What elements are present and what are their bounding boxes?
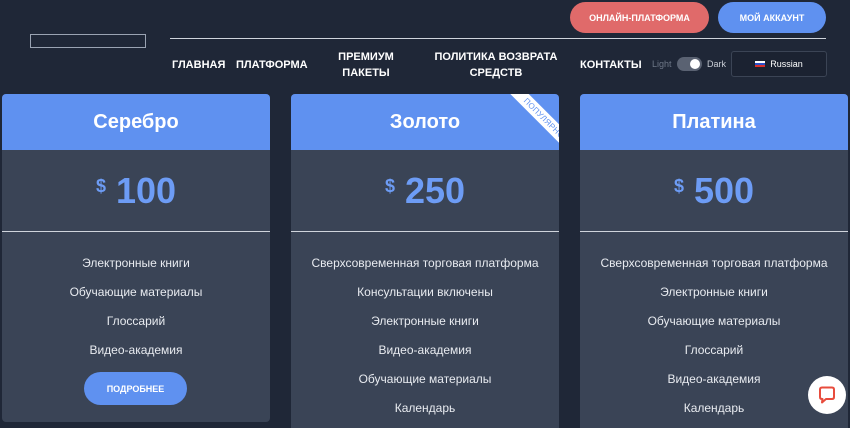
plan-title: Платина (580, 94, 848, 150)
logo[interactable] (30, 34, 146, 48)
plan-price: $ 500 (580, 150, 848, 232)
price-amount: 250 (404, 169, 466, 211)
chat-bubble-icon (819, 386, 835, 404)
online-platform-button[interactable]: ОНЛАЙН-ПЛАТФОРМА (570, 2, 709, 33)
language-select[interactable]: Russian (731, 51, 827, 77)
feature-item: Сверхсовременная торговая платформа (600, 256, 828, 270)
toggle-knob (690, 59, 700, 69)
feature-item: Видео-академия (378, 343, 472, 357)
feature-item: Глоссарий (106, 314, 166, 328)
nav-divider (170, 38, 826, 39)
popular-ribbon: ПОПУЛЯРНО (501, 94, 559, 152)
feature-item: Консультации включены (357, 285, 493, 299)
nav-refund-policy[interactable]: ПОЛИТИКА ВОЗВРАТА СРЕДСТВ (432, 49, 560, 81)
plan-card-gold: Золото ПОПУЛЯРНО $ 250 Сверхсовременная … (291, 94, 559, 428)
feature-item: Глоссарий (684, 343, 744, 357)
feature-list: Сверхсовременная торговая платформа Конс… (291, 232, 559, 423)
russia-flag-icon (755, 60, 766, 68)
chat-button[interactable] (808, 376, 846, 414)
feature-item: Видео-академия (89, 343, 183, 357)
currency-symbol: $ (384, 176, 395, 196)
theme-dark-label: Dark (707, 59, 727, 69)
theme-light-label: Light (652, 59, 672, 69)
feature-item: Обучающие материалы (647, 314, 781, 328)
plan-card-silver: Серебро $ 100 Электронные книги Обучающи… (2, 94, 270, 422)
feature-list: Электронные книги Обучающие материалы Гл… (2, 232, 270, 365)
theme-toggle[interactable] (677, 57, 702, 71)
language-label: Russian (770, 59, 803, 69)
nav-contacts[interactable]: КОНТАКТЫ (580, 57, 642, 73)
plan-title: Серебро (2, 94, 270, 150)
details-button[interactable]: ПОДРОБНЕЕ (84, 372, 187, 405)
plan-price: $ 100 (2, 150, 270, 232)
my-account-button[interactable]: МОЙ АККАУНТ (718, 2, 826, 33)
feature-item: Сверхсовременная торговая платформа (311, 256, 539, 270)
feature-item: Обучающие материалы (69, 285, 203, 299)
feature-item: Электронные книги (371, 314, 479, 328)
feature-item: Электронные книги (82, 256, 190, 270)
plan-price: $ 250 (291, 150, 559, 232)
nav-platform[interactable]: ПЛАТФОРМА (236, 57, 308, 73)
currency-symbol: $ (95, 176, 106, 196)
currency-symbol: $ (673, 176, 684, 196)
nav-home[interactable]: ГЛАВНАЯ (172, 57, 225, 73)
feature-item: Электронные книги (660, 285, 768, 299)
feature-item: Календарь (394, 401, 456, 415)
plan-card-platinum: Платина $ 500 Сверхсовременная торговая … (580, 94, 848, 428)
nav-premium-packages[interactable]: ПРЕМИУМ ПАКЕТЫ (333, 49, 399, 81)
price-amount: 100 (115, 169, 177, 211)
price-amount: 500 (693, 169, 755, 211)
popular-ribbon-label: ПОПУЛЯРНО (507, 94, 559, 152)
feature-item: Обучающие материалы (358, 372, 492, 386)
